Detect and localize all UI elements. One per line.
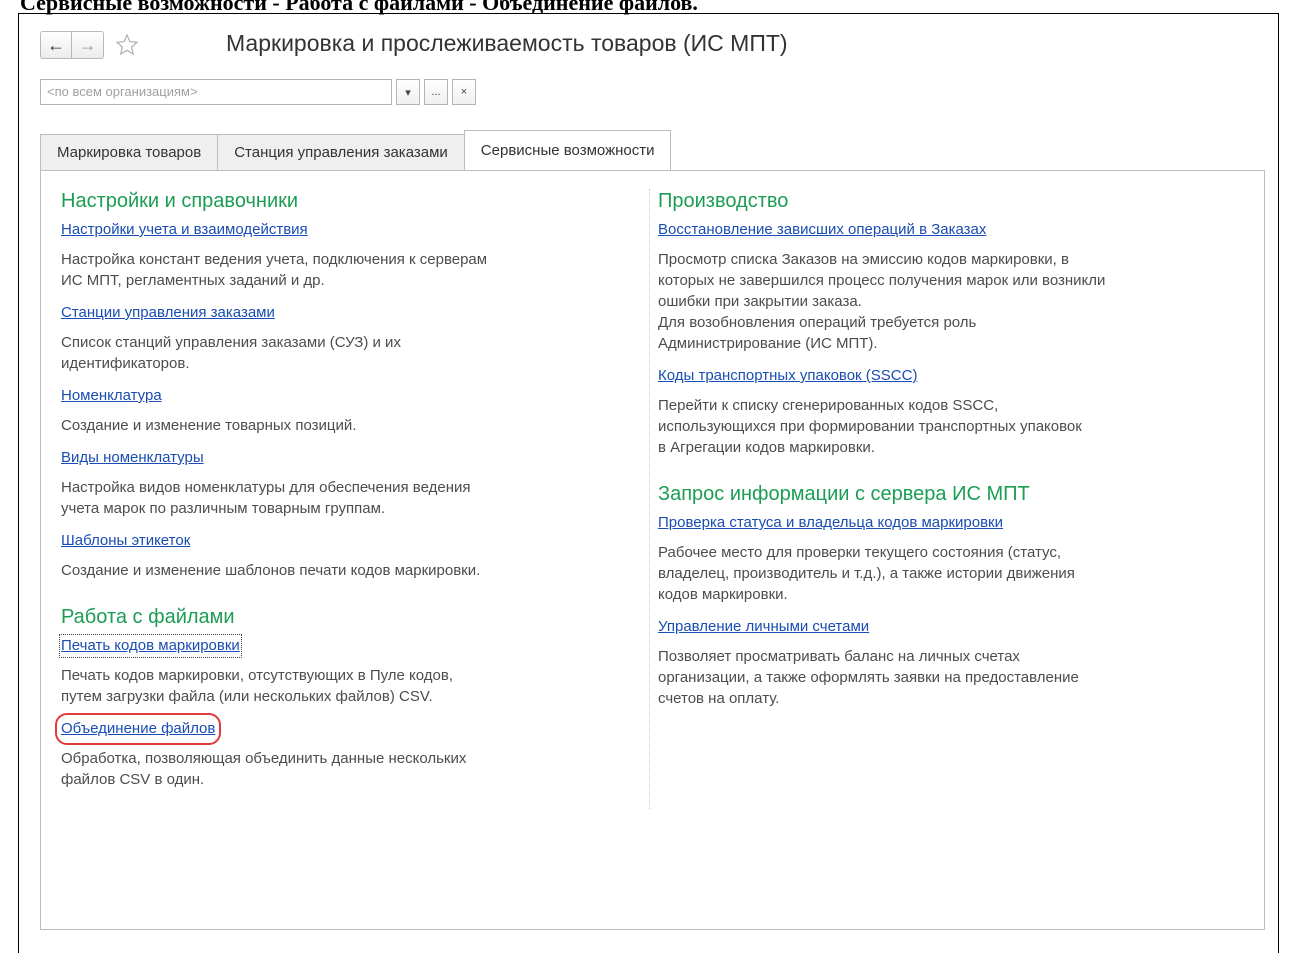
right-column: Производство Восстановление зависших опе…: [658, 189, 1228, 721]
link-description: Создание и изменение шаблонов печати код…: [61, 560, 631, 581]
organization-dropdown-button[interactable]: ▾: [396, 79, 420, 105]
description-line: использующихся при формировании транспор…: [658, 418, 1082, 435]
link-personal-accounts[interactable]: Управление личными счетами: [658, 617, 869, 637]
list-item: Настройки учета и взаимодействия Настрой…: [61, 220, 631, 291]
list-item: Номенклатура Создание и изменение товарн…: [61, 386, 631, 436]
chevron-down-icon: ▾: [405, 86, 411, 99]
description-line: счетов на оплату.: [658, 690, 780, 707]
description-line: учета марок по различным товарным группа…: [61, 500, 386, 517]
organization-choose-button[interactable]: ...: [424, 79, 448, 105]
link-description: Рабочее место для проверки текущего сост…: [658, 542, 1228, 605]
tab-marking[interactable]: Маркировка товаров: [40, 134, 219, 170]
description-line: Администрирование (ИС МПТ).: [658, 335, 878, 352]
organization-selector: <по всем организациям> ▾ ... ×: [40, 79, 476, 105]
description-line: Печать кодов маркировки, отсутствующих в…: [61, 667, 454, 684]
description-line: в Агрегации кодов маркировки.: [658, 439, 875, 456]
link-nomenclature[interactable]: Номенклатура: [61, 386, 162, 406]
description-line: ошибки при закрытии заказа.: [658, 293, 862, 310]
link-check-status[interactable]: Проверка статуса и владельца кодов марки…: [658, 513, 1003, 533]
link-label-templates[interactable]: Шаблоны этикеток: [61, 531, 190, 551]
organization-clear-button[interactable]: ×: [452, 79, 476, 105]
link-description: Создание и изменение товарных позиций.: [61, 415, 631, 436]
description-line: кодов маркировки.: [658, 586, 788, 603]
list-item: Восстановление зависших операций в Заказ…: [658, 220, 1228, 354]
link-restore-operations[interactable]: Восстановление зависших операций в Заказ…: [658, 220, 986, 240]
tab-order-station[interactable]: Станция управления заказами: [217, 134, 465, 170]
star-icon: [115, 33, 139, 56]
list-item: Объединение файлов Обработка, позволяюща…: [54, 713, 631, 790]
link-sscc-codes[interactable]: Коды транспортных упаковок (SSCC): [658, 366, 917, 386]
window-title: Маркировка и прослеживаемость товаров (И…: [226, 30, 788, 56]
description-line: Настройка констант ведения учета, подклю…: [61, 251, 488, 268]
tab-service[interactable]: Сервисные возможности: [463, 130, 672, 170]
link-nomenclature-types[interactable]: Виды номенклатуры: [61, 448, 204, 468]
app-window: ← → Маркировка и прослеживаемость товаро…: [24, 17, 1274, 930]
description-line: файлов CSV в один.: [61, 771, 205, 788]
list-item: Управление личными счетами Позволяет про…: [658, 617, 1228, 709]
description-line: Для возобновления операций требуется рол…: [658, 314, 977, 331]
list-item: Станции управления заказами Список станц…: [61, 303, 631, 374]
link-description: Печать кодов маркировки, отсутствующих в…: [61, 665, 631, 707]
description-line: Настройка видов номенклатуры для обеспеч…: [61, 479, 471, 496]
description-line: Рабочее место для проверки текущего сост…: [658, 544, 1062, 561]
back-button[interactable]: ←: [40, 31, 72, 59]
left-column: Настройки и справочники Настройки учета …: [54, 189, 631, 802]
list-item: Виды номенклатуры Настройка видов номенк…: [61, 448, 631, 519]
description-line: Просмотр списка Заказов на эмиссию кодов…: [658, 251, 1069, 268]
arrow-left-icon: ←: [47, 34, 65, 55]
list-item: Шаблоны этикеток Создание и изменение ша…: [61, 531, 631, 581]
link-merge-files[interactable]: Объединение файлов: [54, 713, 222, 745]
description-line: организации, а также оформлять заявки на…: [658, 669, 1079, 686]
close-icon: ×: [460, 86, 468, 98]
link-print-codes[interactable]: Печать кодов маркировки: [59, 634, 242, 658]
description-line: Создание и изменение товарных позиций.: [61, 417, 357, 434]
link-description: Просмотр списка Заказов на эмиссию кодов…: [658, 249, 1228, 354]
description-line: владелец, производитель и т.д.), а также…: [658, 565, 1075, 582]
description-line: Список станций управления заказами (СУЗ)…: [61, 334, 401, 351]
description-line: Перейти к списку сгенерированных кодов S…: [658, 397, 999, 414]
link-description: Список станций управления заказами (СУЗ)…: [61, 332, 631, 374]
link-description: Перейти к списку сгенерированных кодов S…: [658, 395, 1228, 458]
column-divider: [649, 189, 650, 809]
tab-panel-service: Настройки и справочники Настройки учета …: [40, 170, 1265, 930]
link-accounting-settings[interactable]: Настройки учета и взаимодействия: [61, 220, 308, 240]
link-description: Настройка констант ведения учета, подклю…: [61, 249, 631, 291]
tab-bar: Маркировка товаров Станция управления за…: [40, 130, 672, 170]
forward-button[interactable]: →: [72, 31, 104, 59]
description-line: Обработка, позволяющая объединить данные…: [61, 750, 467, 767]
description-line: которых не завершился процесс получения …: [658, 272, 1106, 289]
description-line: идентификаторов.: [61, 355, 190, 372]
navigation-bar: ← →: [40, 31, 140, 59]
description-line: Позволяет просматривать баланс на личных…: [658, 648, 1020, 665]
description-line: путем загрузки файла (или нескольких фай…: [61, 688, 433, 705]
section-title-server-request: Запрос информации с сервера ИС МПТ: [658, 483, 1030, 505]
arrow-right-icon: →: [78, 34, 97, 55]
link-description: Обработка, позволяющая объединить данные…: [61, 748, 631, 790]
list-item: Печать кодов маркировки Печать кодов мар…: [59, 634, 631, 707]
organization-input[interactable]: <по всем организациям>: [40, 79, 392, 105]
description-line: Создание и изменение шаблонов печати код…: [61, 562, 481, 579]
section-title-files: Работа с файлами: [61, 606, 235, 628]
list-item: Коды транспортных упаковок (SSCC) Перейт…: [658, 366, 1228, 458]
favorite-button[interactable]: [114, 32, 140, 58]
section-title-settings: Настройки и справочники: [61, 190, 299, 212]
description-line: ИС МПТ, регламентных заданий и др.: [61, 272, 325, 289]
list-item: Проверка статуса и владельца кодов марки…: [658, 513, 1228, 605]
link-order-stations[interactable]: Станции управления заказами: [61, 303, 275, 323]
link-description: Позволяет просматривать баланс на личных…: [658, 646, 1228, 709]
section-title-production: Производство: [658, 190, 789, 212]
link-description: Настройка видов номенклатуры для обеспеч…: [61, 477, 631, 519]
ellipsis-icon: ...: [431, 86, 441, 98]
